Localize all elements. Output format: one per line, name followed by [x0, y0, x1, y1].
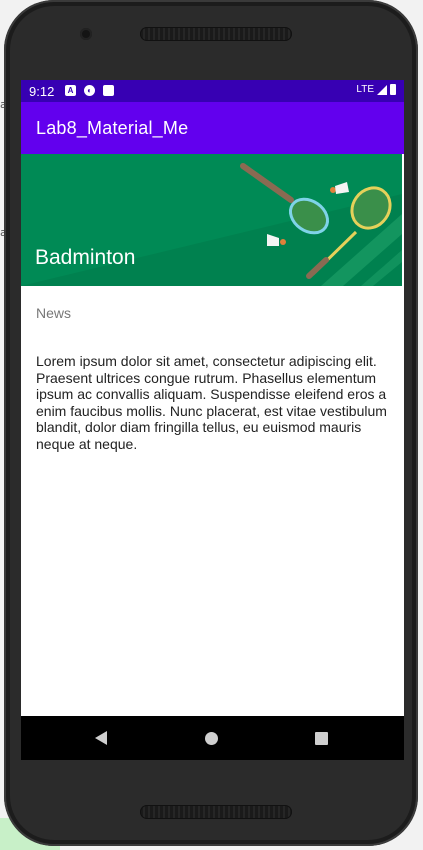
back-icon[interactable] — [95, 731, 107, 745]
app-title: Lab8_Material_Me — [36, 118, 189, 138]
signal-icon — [377, 84, 387, 95]
home-icon[interactable] — [205, 732, 218, 745]
status-indicators: LTE — [356, 84, 396, 95]
navigation-bar — [21, 716, 404, 760]
sd-card-icon — [103, 85, 114, 96]
recents-icon[interactable] — [315, 732, 328, 745]
notification-icons: A ◐ — [65, 85, 114, 96]
a-icon: A — [65, 85, 76, 96]
card-body-text: Lorem ipsum dolor sit amet, consectetur … — [36, 353, 387, 452]
top-speaker — [140, 27, 292, 41]
sync-icon: ◐ — [84, 85, 95, 96]
status-time: 9:12 — [29, 84, 55, 99]
bottom-speaker — [140, 805, 292, 819]
sport-image[interactable]: Badminton — [21, 154, 402, 286]
card-title: Badminton — [35, 246, 136, 269]
app-bar: Lab8_Material_Me — [21, 102, 404, 154]
network-type: LTE — [356, 84, 374, 95]
front-camera — [80, 28, 92, 40]
card-subtitle: News — [36, 305, 72, 321]
battery-icon — [390, 84, 396, 95]
status-bar: 9:12 A ◐ LTE — [21, 80, 404, 102]
device-screen: 9:12 A ◐ LTE Lab8_Material_Me Badminton … — [21, 80, 404, 760]
